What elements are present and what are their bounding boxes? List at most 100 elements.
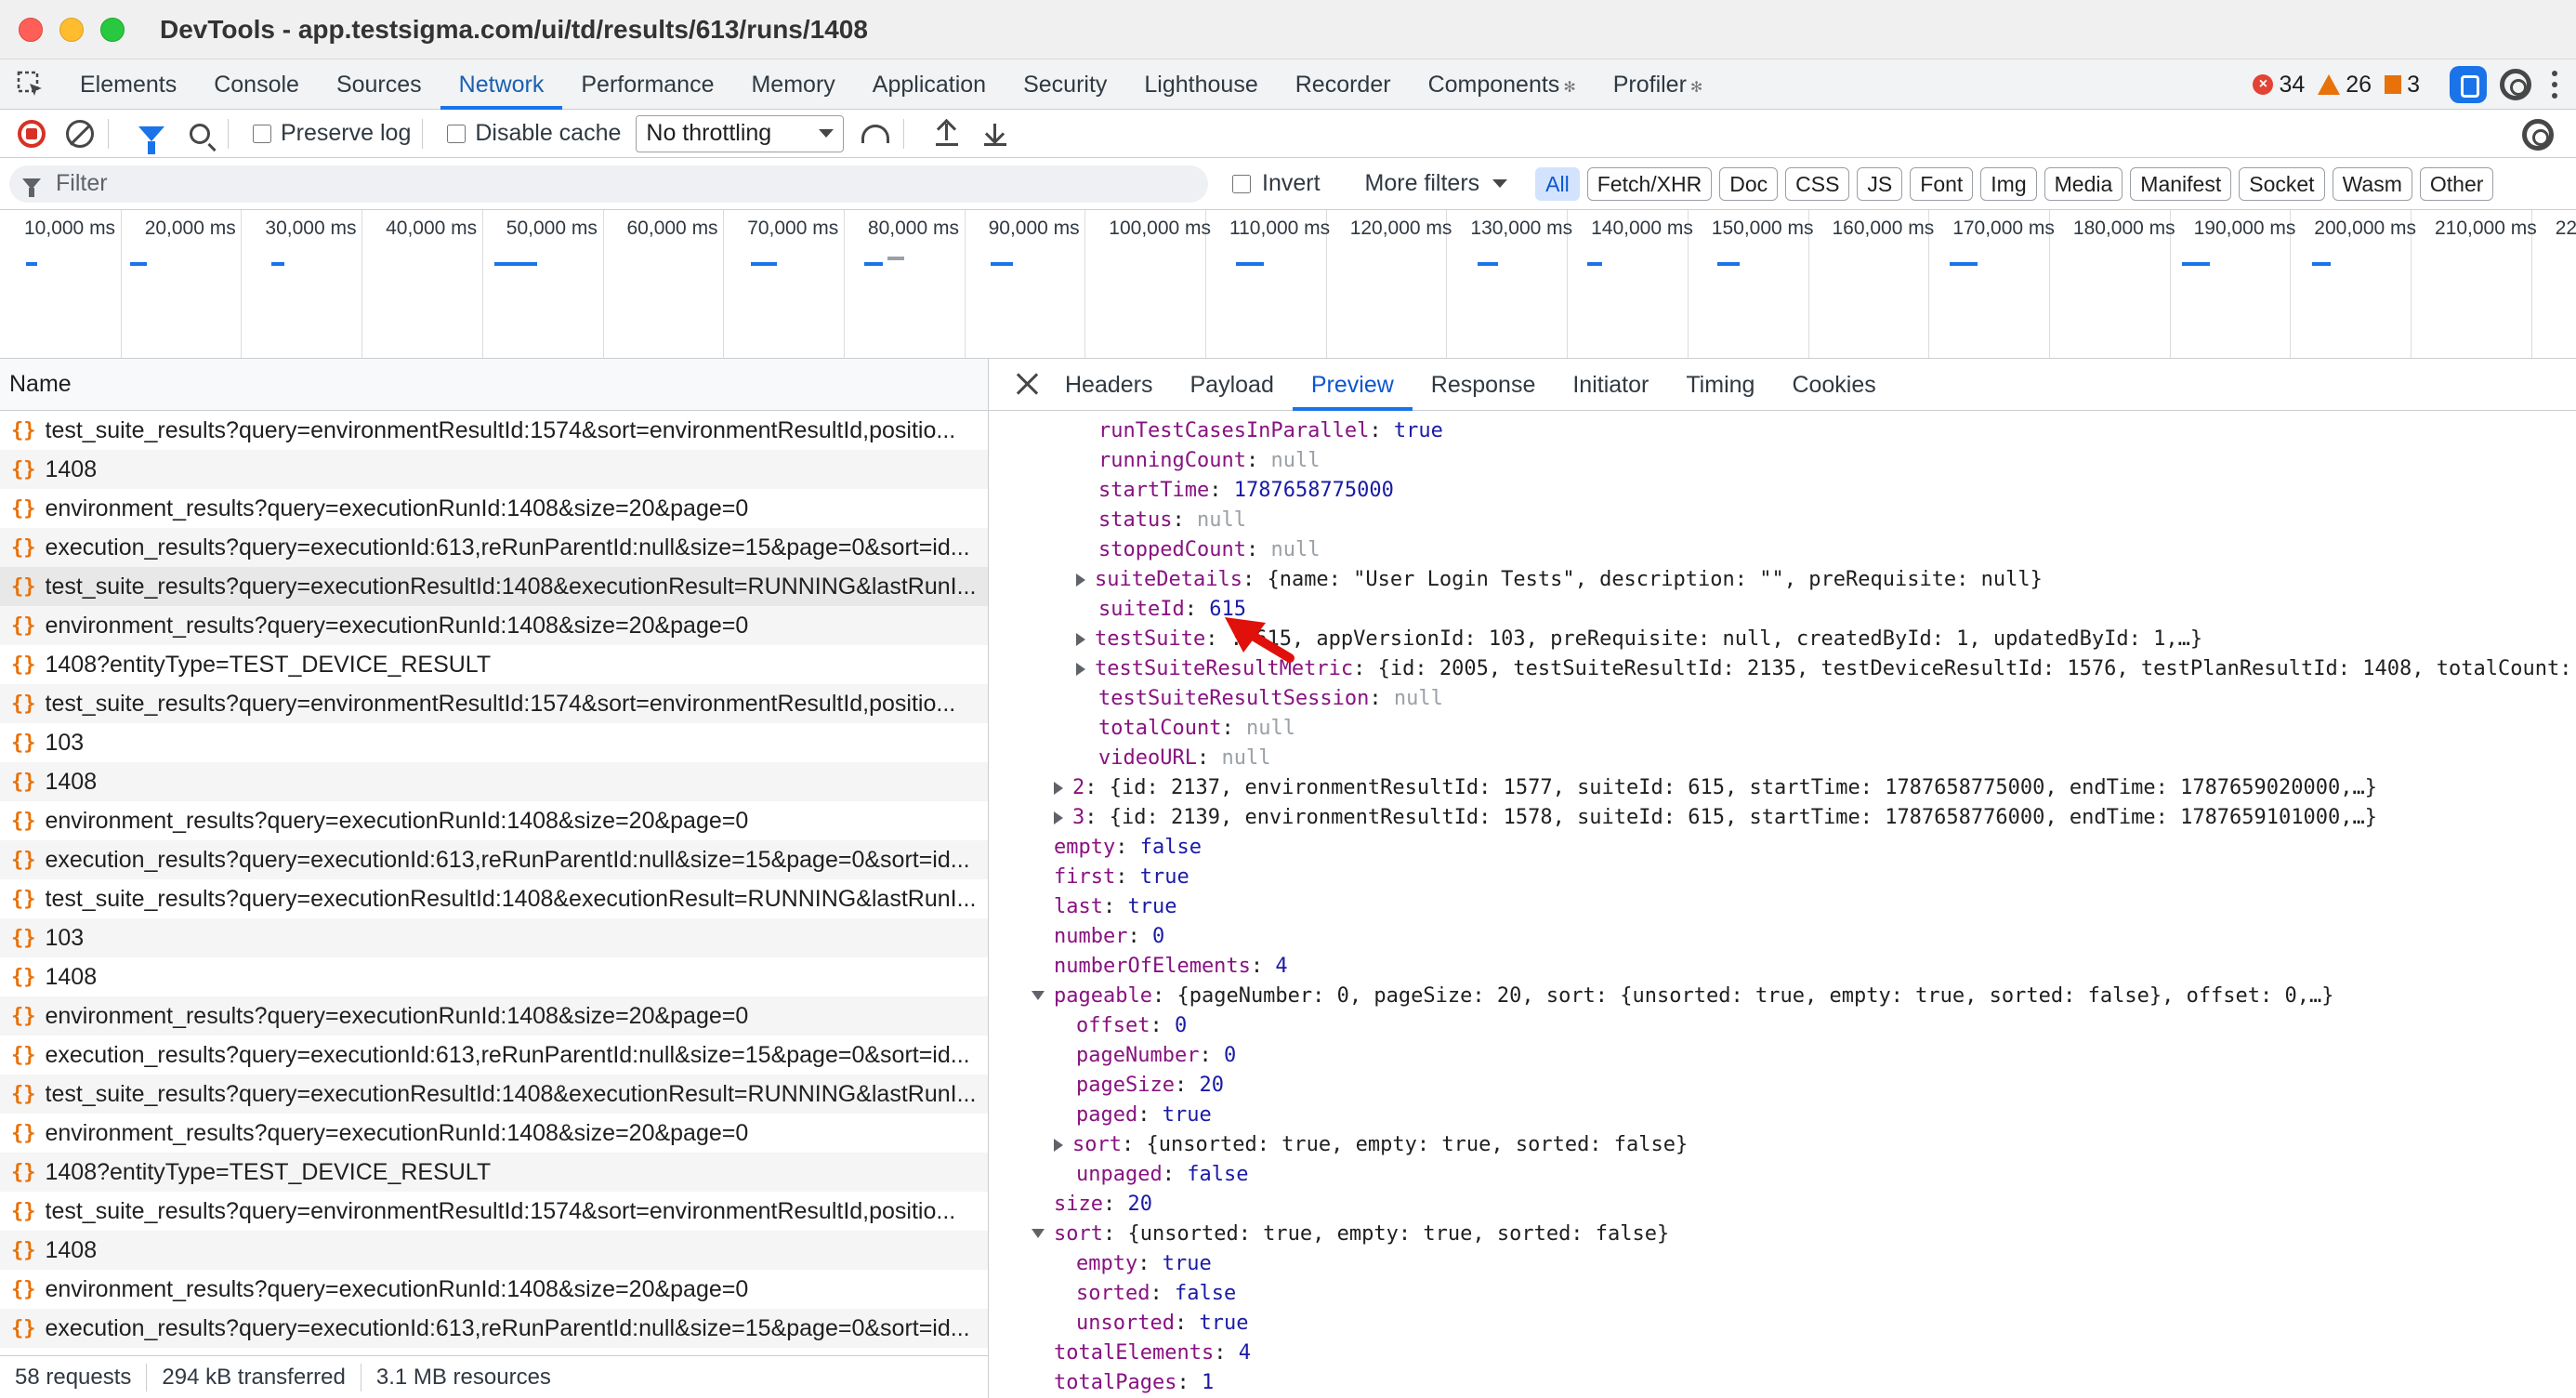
- request-row[interactable]: {} 1408: [0, 450, 988, 489]
- tab-security[interactable]: Security: [1005, 59, 1125, 110]
- filter-chip-img[interactable]: Img: [1980, 166, 2037, 201]
- collapsed-triangle-icon[interactable]: [1076, 633, 1085, 646]
- request-row[interactable]: {} 1408: [0, 762, 988, 801]
- clear-button[interactable]: [63, 117, 97, 151]
- request-row[interactable]: {} 1408?entityType=TEST_DEVICE_RESULT: [0, 645, 988, 684]
- filter-chip-fetchxhr[interactable]: Fetch/XHR: [1586, 166, 1713, 201]
- timeline-tick-label: 160,000 ms: [1832, 218, 1935, 239]
- disable-cache-checkbox[interactable]: Disable cache: [447, 120, 621, 147]
- preview-line[interactable]: 2: {id: 2137, environmentResultId: 1577,…: [989, 773, 2576, 803]
- request-row[interactable]: {} 103: [0, 918, 988, 957]
- tab-timing[interactable]: Timing: [1667, 359, 1773, 411]
- request-row[interactable]: {} environment_results?query=executionRun…: [0, 1114, 988, 1153]
- request-row[interactable]: {} test_suite_results?query=environmentRe…: [0, 1192, 988, 1231]
- tab-memory[interactable]: Memory: [732, 59, 853, 110]
- settings-gear-icon[interactable]: [2500, 69, 2531, 100]
- minimize-window-button[interactable]: [59, 17, 84, 42]
- expanded-triangle-icon[interactable]: [1032, 1229, 1045, 1238]
- filter-chip-wasm[interactable]: Wasm: [2332, 166, 2412, 201]
- more-options-icon[interactable]: [2552, 71, 2557, 99]
- collapsed-triangle-icon[interactable]: [1054, 1139, 1063, 1152]
- name-column-header[interactable]: Name: [0, 359, 988, 411]
- preserve-log-input[interactable]: [253, 124, 271, 143]
- filter-toggle-button[interactable]: [135, 117, 168, 154]
- request-row[interactable]: {} test_suite_results?query=environmentRe…: [0, 411, 988, 450]
- more-filters-dropdown[interactable]: More filters: [1365, 170, 1508, 197]
- request-row[interactable]: {} environment_results?query=executionRun…: [0, 801, 988, 840]
- preview-line[interactable]: pageable: {pageNumber: 0, pageSize: 20, …: [989, 982, 2576, 1011]
- filter-chip-other[interactable]: Other: [2419, 166, 2494, 201]
- tab-elements[interactable]: Elements: [61, 59, 195, 110]
- filter-chip-socket[interactable]: Socket: [2239, 166, 2325, 201]
- request-row[interactable]: {} 1408: [0, 1231, 988, 1270]
- request-row[interactable]: {} environment_results?query=executionRun…: [0, 489, 988, 528]
- extension-icon[interactable]: [2450, 66, 2487, 103]
- request-row[interactable]: {} execution_results?query=executionId:61…: [0, 1035, 988, 1075]
- warning-count-badge[interactable]: 26: [2318, 72, 2372, 99]
- network-overview-timeline[interactable]: 10,000 ms 20,000 ms 30,000 ms 40,000 ms 50,0…: [0, 210, 2576, 359]
- request-row[interactable]: {} environment_results?query=executionRun…: [0, 996, 988, 1035]
- tab-console[interactable]: Console: [195, 59, 318, 110]
- collapsed-triangle-icon[interactable]: [1076, 663, 1085, 676]
- request-row[interactable]: {} execution_results?query=executionId:61…: [0, 528, 988, 567]
- filter-chip-js[interactable]: JS: [1857, 166, 1903, 201]
- close-window-button[interactable]: [19, 17, 43, 42]
- tab-initiator[interactable]: Initiator: [1554, 359, 1667, 411]
- expanded-triangle-icon[interactable]: [1032, 991, 1045, 1000]
- preview-line[interactable]: sort: {unsorted: true, empty: true, sort…: [989, 1220, 2576, 1249]
- network-settings-gear-icon[interactable]: [2522, 119, 2554, 151]
- request-row[interactable]: {} 1408: [0, 957, 988, 996]
- tab-response[interactable]: Response: [1413, 359, 1555, 411]
- preview-line[interactable]: 3: {id: 2139, environmentResultId: 1578,…: [989, 803, 2576, 833]
- tab-profiler[interactable]: Profiler ✻: [1595, 59, 1722, 110]
- preview-line[interactable]: suiteDetails: {name: "User Login Tests",…: [989, 565, 2576, 595]
- tab-recorder[interactable]: Recorder: [1277, 59, 1410, 110]
- request-row[interactable]: {} test_suite_results?query=environmentRe…: [0, 684, 988, 723]
- tab-cookies[interactable]: Cookies: [1773, 359, 1894, 411]
- tab-preview[interactable]: Preview: [1292, 359, 1413, 411]
- network-conditions-button[interactable]: [859, 117, 892, 151]
- tab-sources[interactable]: Sources: [318, 59, 440, 110]
- collapsed-triangle-icon[interactable]: [1076, 574, 1085, 587]
- request-row[interactable]: {} 1408?entityType=TEST_DEVICE_RESULT: [0, 1153, 988, 1192]
- filter-chip-media[interactable]: Media: [2044, 166, 2123, 201]
- request-row[interactable]: {} test_suite_results?query=executionResu…: [0, 1075, 988, 1114]
- tab-components[interactable]: Components ✻: [1410, 59, 1595, 110]
- tab-headers[interactable]: Headers: [1046, 359, 1172, 411]
- record-button[interactable]: [15, 117, 48, 151]
- request-row[interactable]: {} 103: [0, 723, 988, 762]
- invert-checkbox[interactable]: Invert: [1232, 170, 1321, 197]
- throttling-select[interactable]: No throttling: [636, 114, 845, 152]
- invert-input[interactable]: [1232, 174, 1251, 193]
- tab-performance[interactable]: Performance: [562, 59, 732, 110]
- filter-chip-manifest[interactable]: Manifest: [2130, 166, 2232, 201]
- tab-payload[interactable]: Payload: [1172, 359, 1293, 411]
- error-count-badge[interactable]: × 34: [2253, 72, 2305, 99]
- import-har-button[interactable]: [930, 117, 964, 151]
- preview-line[interactable]: sort: {unsorted: true, empty: true, sort…: [989, 1130, 2576, 1160]
- request-row[interactable]: {} environment_results?query=executionRun…: [0, 1270, 988, 1309]
- filter-chip-css[interactable]: CSS: [1785, 166, 1850, 201]
- request-row[interactable]: {} execution_results?query=executionId:61…: [0, 1309, 988, 1348]
- filter-chip-doc[interactable]: Doc: [1719, 166, 1779, 201]
- tab-network[interactable]: Network: [440, 59, 563, 110]
- tab-lighthouse[interactable]: Lighthouse: [1125, 59, 1276, 110]
- filter-chip-all[interactable]: All: [1535, 166, 1580, 201]
- request-row[interactable]: {} test_suite_results?query=executionResu…: [0, 879, 988, 918]
- preserve-log-checkbox[interactable]: Preserve log: [253, 120, 411, 147]
- request-row[interactable]: {} execution_results?query=executionId:61…: [0, 840, 988, 879]
- close-details-icon[interactable]: [1009, 366, 1046, 403]
- request-row[interactable]: {} environment_results?query=executionRun…: [0, 606, 988, 645]
- disable-cache-input[interactable]: [447, 124, 467, 143]
- filter-chip-font[interactable]: Font: [1910, 166, 1974, 201]
- export-har-button[interactable]: [979, 117, 1012, 151]
- filter-input[interactable]: Filter: [9, 165, 1208, 203]
- collapsed-triangle-icon[interactable]: [1054, 782, 1063, 795]
- search-button[interactable]: [183, 117, 217, 151]
- collapsed-triangle-icon[interactable]: [1054, 811, 1063, 824]
- inspect-element-button[interactable]: [0, 59, 61, 110]
- zoom-window-button[interactable]: [100, 17, 125, 42]
- tab-application[interactable]: Application: [854, 59, 1005, 110]
- issues-count-badge[interactable]: 3: [2385, 72, 2420, 99]
- request-row[interactable]: {} test_suite_results?query=executionResu…: [0, 567, 988, 606]
